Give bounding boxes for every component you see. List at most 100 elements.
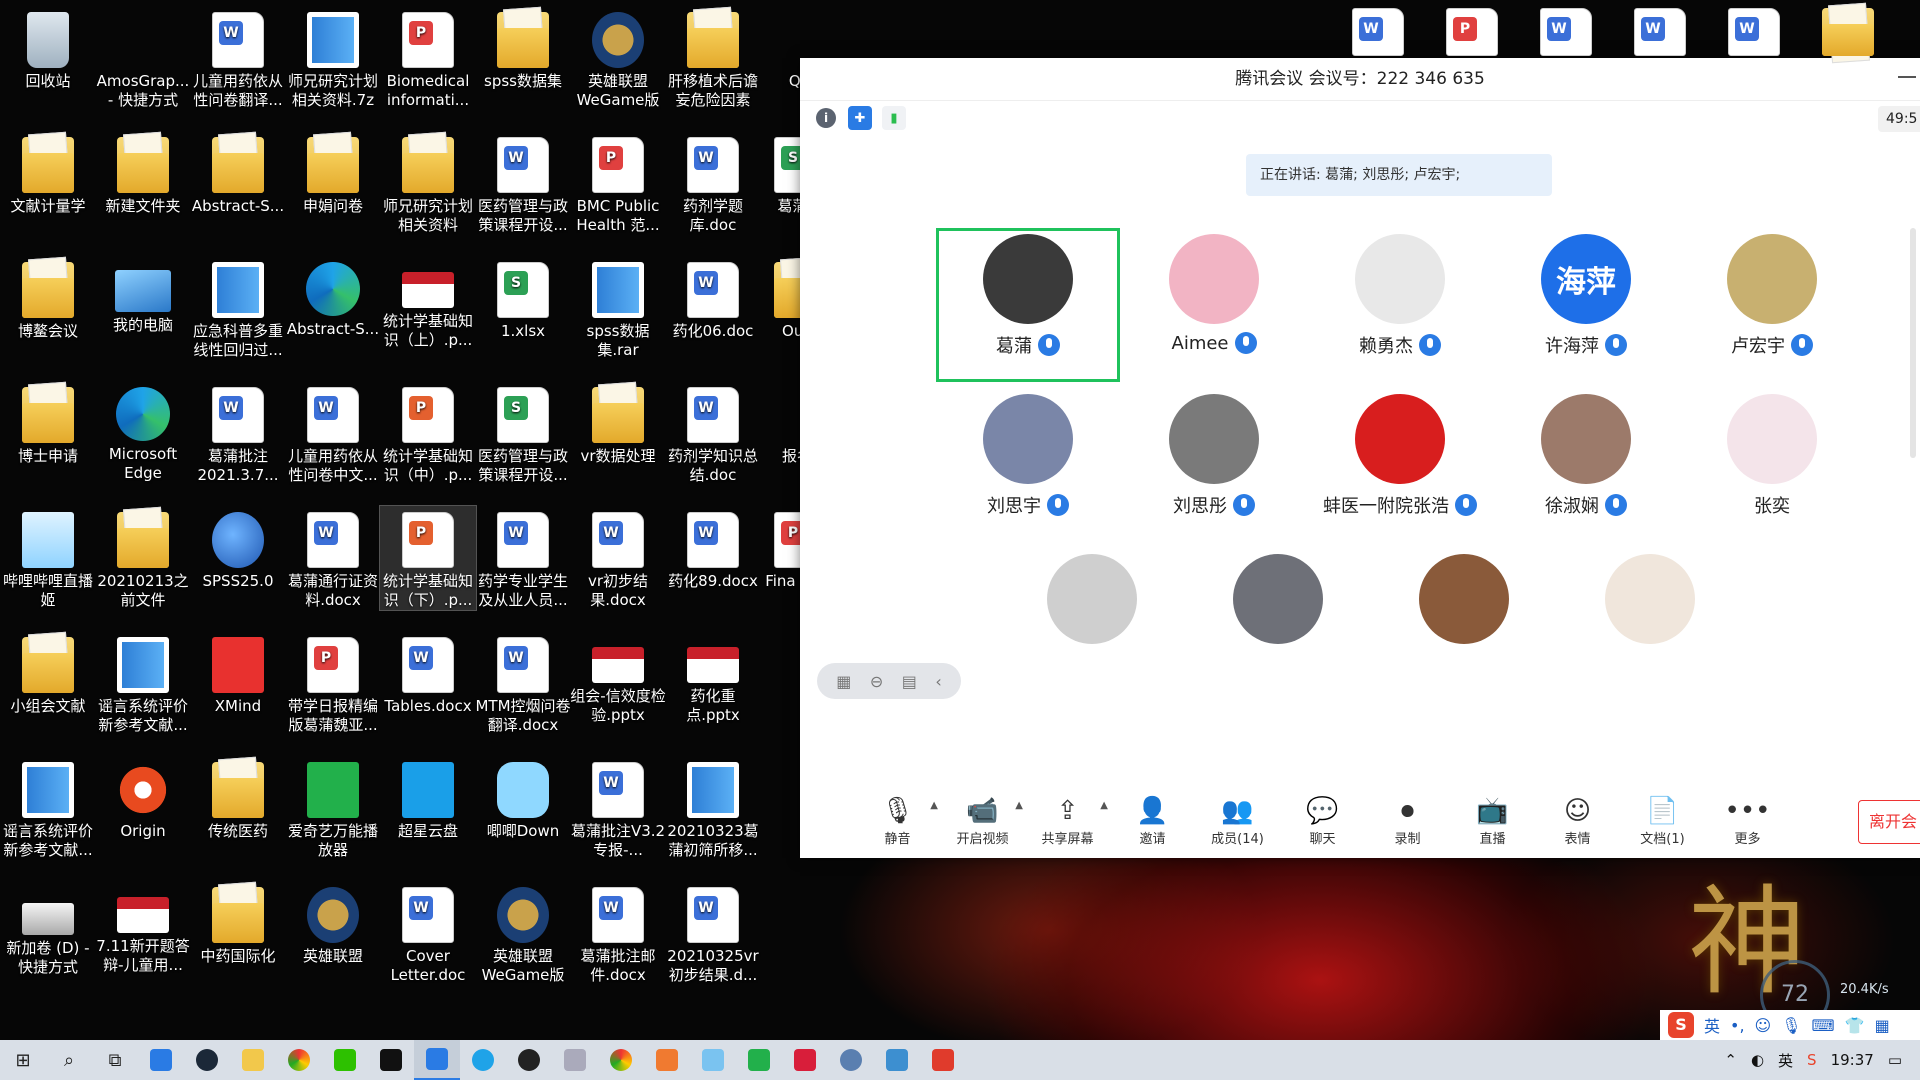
- participant-tile[interactable]: Aimee: [1122, 228, 1306, 382]
- shield-icon[interactable]: ✚: [848, 106, 872, 130]
- desktop-icon[interactable]: W 药化89.docx: [665, 506, 761, 591]
- desktop-icon[interactable]: 20210323葛蒲初筛所移...: [665, 756, 761, 860]
- desktop-icon[interactable]: 申娟问卷: [285, 131, 381, 216]
- desktop-icon[interactable]: spss数据集.rar: [570, 256, 666, 360]
- keyboard-icon[interactable]: ⌨: [1812, 1016, 1835, 1035]
- document-button[interactable]: 📄 文档(1): [1620, 786, 1705, 858]
- desktop-icon[interactable]: 博鳌会议: [0, 256, 96, 341]
- file-explorer-icon[interactable]: [230, 1040, 276, 1080]
- wps-icon[interactable]: [920, 1040, 966, 1080]
- participant-tile[interactable]: 赖勇杰: [1308, 228, 1492, 382]
- desktop-icon[interactable]: S 1.xlsx: [475, 256, 571, 341]
- task-view-icon[interactable]: ⧉: [92, 1040, 138, 1080]
- desktop-icon[interactable]: P Biomedical informati...: [380, 6, 476, 110]
- desktop-icon[interactable]: 统计学基础知识（上）.p...: [380, 256, 476, 350]
- participant-tile[interactable]: [1558, 548, 1742, 702]
- desktop-icon[interactable]: P 统计学基础知识（下）.p...: [379, 505, 477, 611]
- desktop-icon[interactable]: 博士申请: [0, 381, 96, 466]
- caret-up-icon[interactable]: ▲: [930, 800, 938, 811]
- desktop-icon[interactable]: vr数据处理: [570, 381, 666, 466]
- desktop-icon[interactable]: S 医药管理与政策课程开设...: [475, 381, 571, 485]
- gallery-icon[interactable]: ▤: [902, 672, 917, 691]
- search-icon[interactable]: ⌕: [46, 1040, 92, 1080]
- desktop-icon[interactable]: W 葛蒲通行证资料.docx: [285, 506, 381, 610]
- desktop-icon[interactable]: W MTM控烟问卷翻译.docx: [475, 631, 571, 735]
- grid-view-icon[interactable]: ▦: [836, 672, 851, 691]
- sogou-icon[interactable]: S: [1668, 1012, 1694, 1038]
- desktop-icon[interactable]: W 药学专业学生及从业人员...: [475, 506, 571, 610]
- photos-icon[interactable]: [690, 1040, 736, 1080]
- desktop-icon[interactable]: P 带学日报精编版葛蒲魏亚...: [285, 631, 381, 735]
- participant-tile[interactable]: 海萍 许海萍: [1494, 228, 1678, 382]
- participant-tile[interactable]: 张奕: [1680, 388, 1864, 542]
- desktop-icon[interactable]: 英雄联盟 WeGame版: [475, 881, 571, 985]
- start-button[interactable]: ⊞: [0, 1040, 46, 1080]
- desktop-icon[interactable]: W Tables.docx: [380, 631, 476, 716]
- desktop-icon[interactable]: W: [1634, 8, 1686, 56]
- participant-tile[interactable]: [1186, 548, 1370, 702]
- leave-meeting-button[interactable]: 离开会: [1858, 800, 1920, 844]
- desktop-icon[interactable]: Abstract-S...: [190, 131, 286, 216]
- ime-language[interactable]: 英: [1704, 1013, 1720, 1037]
- desktop-icon[interactable]: 新建文件夹: [95, 131, 191, 216]
- desktop-icon[interactable]: 唧唧Down: [475, 756, 571, 841]
- desktop-icon[interactable]: 谣言系统评价新参考文献...: [95, 631, 191, 735]
- desktop-icon[interactable]: W 20210325vr初步结果.d...: [665, 881, 761, 985]
- participant-tile[interactable]: 刘思宇: [936, 388, 1120, 542]
- desktop-icon[interactable]: W: [1352, 8, 1404, 56]
- game-icon[interactable]: [368, 1040, 414, 1080]
- qq-icon[interactable]: [506, 1040, 552, 1080]
- tray-language[interactable]: 英: [1778, 1050, 1793, 1071]
- share-screen-button[interactable]: ⇪ 共享屏幕 ▲: [1025, 786, 1110, 858]
- participant-tile[interactable]: 葛蒲: [936, 228, 1120, 382]
- desktop-icon[interactable]: 超星云盘: [380, 756, 476, 841]
- desktop-icon[interactable]: 师兄研究计划相关资料: [380, 131, 476, 235]
- voice-icon[interactable]: 🎙: [1781, 1016, 1801, 1035]
- steam-icon[interactable]: [184, 1040, 230, 1080]
- sogou-tray-icon[interactable]: S: [1807, 1051, 1817, 1069]
- video-off-button[interactable]: 📹 开启视频 ▲: [940, 786, 1025, 858]
- record-button[interactable]: ⏺ 录制: [1365, 786, 1450, 858]
- desktop-icon[interactable]: spss数据集: [475, 6, 571, 91]
- microphone-button[interactable]: 🎙 静音 ▲: [855, 786, 940, 858]
- chrome-icon[interactable]: [276, 1040, 322, 1080]
- desktop-icon[interactable]: W 葛蒲批注邮件.docx: [570, 881, 666, 985]
- desktop-icon[interactable]: 爱奇艺万能播放器: [285, 756, 381, 860]
- desktop-icon[interactable]: 20210213之前文件: [95, 506, 191, 610]
- minimize-button[interactable]: [1898, 76, 1916, 78]
- collapse-icon[interactable]: ‹: [935, 672, 941, 691]
- desktop-icon[interactable]: Wvr初步结果.docx: [570, 506, 666, 610]
- desktop-icon[interactable]: 文献计量学: [0, 131, 96, 216]
- desktop-icon[interactable]: 传统医药: [190, 756, 286, 841]
- wechat-icon[interactable]: [322, 1040, 368, 1080]
- desktop-icon[interactable]: W 葛蒲批注V3.2专报-...: [570, 756, 666, 860]
- paint-icon[interactable]: [644, 1040, 690, 1080]
- edge-icon[interactable]: [460, 1040, 506, 1080]
- desktop-icon[interactable]: P 统计学基础知识（中）.p...: [380, 381, 476, 485]
- desktop-icon[interactable]: 我的电脑: [95, 256, 191, 335]
- signal-bars-icon[interactable]: ▮: [882, 106, 906, 130]
- punctuation-icon[interactable]: •,: [1730, 1016, 1745, 1035]
- participant-tile[interactable]: 刘思彤: [1122, 388, 1306, 542]
- desktop-icon[interactable]: SPSS25.0: [190, 506, 286, 591]
- desktop-icon[interactable]: 英雄联盟 WeGame版: [570, 6, 666, 110]
- caret-up-icon[interactable]: ▲: [1015, 800, 1023, 811]
- toolbox-icon[interactable]: ▦: [1875, 1016, 1890, 1035]
- caret-up-icon[interactable]: ▲: [1100, 800, 1108, 811]
- desktop-icon[interactable]: 小组会文献: [0, 631, 96, 716]
- desktop-icon[interactable]: 组会-信效度检验.pptx: [570, 631, 666, 725]
- desktop-icon[interactable]: Abstract-S...: [285, 256, 381, 339]
- desktop-icon[interactable]: 应急科普多重线性回归过...: [190, 256, 286, 360]
- desktop-icon[interactable]: 谣言系统评价新参考文献...: [0, 756, 96, 860]
- browser-icon[interactable]: [828, 1040, 874, 1080]
- more-button[interactable]: ••• 更多: [1705, 786, 1790, 858]
- desktop-icon[interactable]: 英雄联盟: [285, 881, 381, 966]
- desktop-icon[interactable]: P BMC Public Health 范...: [570, 131, 666, 235]
- desktop-icon[interactable]: W 药剂学题库.doc: [665, 131, 761, 235]
- desktop-icon[interactable]: [1822, 8, 1874, 56]
- iqiyi-icon[interactable]: [736, 1040, 782, 1080]
- desktop-icon[interactable]: W 医药管理与政策课程开设...: [475, 131, 571, 235]
- members-button[interactable]: 👥 成员(14): [1195, 786, 1280, 858]
- desktop-icon[interactable]: XMind: [190, 631, 286, 716]
- desktop-icon[interactable]: W 药化06.doc: [665, 256, 761, 341]
